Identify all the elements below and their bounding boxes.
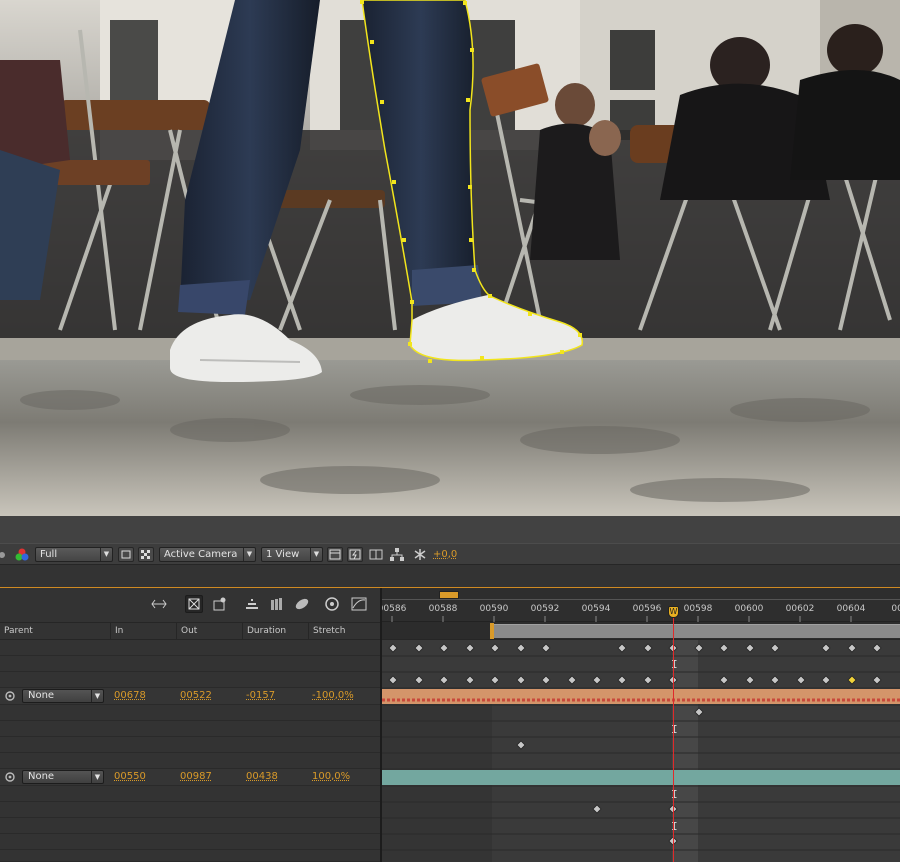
camera-dropdown[interactable]: Active Camera ▼ [159,547,256,562]
fast-preview-icon[interactable] [347,547,363,562]
timeline-toggle-icon[interactable] [368,547,384,562]
timeline-column-header: Parent In Out Duration Stretch [0,622,381,640]
region-of-interest-icon[interactable] [118,547,134,562]
ruler-label: 00602 [785,604,815,614]
parent-pick-whip-icon[interactable] [4,771,16,783]
color-channels-icon[interactable] [14,547,30,562]
layer-row-1[interactable]: None ▼ 00678 00522 -0157 -100,0% [0,688,381,705]
property-row [0,672,381,688]
frame-blending-icon[interactable] [243,595,261,613]
playhead-handle[interactable]: W [668,606,679,618]
work-area-range[interactable] [492,624,900,638]
timeline-graph-area[interactable]: 00586 00588 00590 00592 00594 00596 0059… [382,588,900,862]
viewer-toolbar: Full ▼ Active Camera ▼ 1 View ▼ +0,0 [0,543,900,565]
exposure-value[interactable]: +0,0 [433,547,457,562]
ruler-label: 00592 [530,604,560,614]
work-area-bar[interactable] [382,622,900,640]
column-parent[interactable]: Parent [0,623,110,640]
parent-value: None [28,690,55,701]
ruler-label: 00590 [479,604,509,614]
draft-3d-icon[interactable] [185,595,203,613]
parent-pick-whip-icon[interactable] [4,690,16,702]
ruler-label: 00598 [683,604,713,614]
timeline-tab-strip [0,565,900,588]
footage-frame [0,0,900,516]
time-navigator-track [382,599,900,600]
playhead-line[interactable] [673,606,674,862]
property-row [0,721,381,737]
layer-out-point[interactable]: 00522 [180,688,212,704]
view-layout-dropdown[interactable]: 1 View ▼ [261,547,323,562]
column-duration[interactable]: Duration [242,623,308,640]
time-navigator-handle[interactable] [439,591,459,599]
parent-dropdown[interactable]: None ▼ [22,770,104,784]
parent-value: None [28,771,55,782]
transparency-grid-icon[interactable] [138,547,154,562]
layer-in-point[interactable]: 00550 [114,769,146,785]
column-stretch[interactable]: Stretch [308,623,381,640]
pixel-aspect-icon[interactable] [327,547,343,562]
hold-keyframe-icon: I [671,723,678,736]
layer-stretch[interactable]: -100,0% [312,688,354,704]
composition-mini-flowchart-icon[interactable] [150,595,168,613]
layer-out-point[interactable]: 00987 [180,769,212,785]
layer-duration[interactable]: -0157 [246,688,275,704]
layer-duration-bar-1 [382,689,900,704]
property-row [0,640,381,656]
motion-blur-icon[interactable] [268,595,286,613]
time-ruler[interactable]: 00586 00588 00590 00592 00594 00596 0059… [382,588,900,622]
ruler-label: 006 [891,604,900,614]
camera-value: Active Camera [164,549,238,560]
layer-duration-bar-2 [382,770,900,785]
viewer-pasteboard [0,516,900,543]
property-row [0,818,381,834]
ruler-label: 00596 [632,604,662,614]
property-row [0,786,381,802]
property-row [0,834,381,850]
ruler-label: 00604 [836,604,866,614]
layer-stretch[interactable]: 100,0% [312,769,350,785]
brainstorm-icon[interactable] [293,595,311,613]
ruler-label: 00600 [734,604,764,614]
layer-duration[interactable]: 00438 [246,769,278,785]
graph-editor-icon[interactable] [350,595,368,613]
layer-row-2[interactable]: None ▼ 00550 00987 00438 100,0% [0,769,381,786]
parent-dropdown[interactable]: None ▼ [22,689,104,703]
column-in[interactable]: In [110,623,176,640]
grab-icon[interactable] [0,547,8,562]
property-row [0,705,381,721]
ruler-label: 00586 [382,604,407,614]
hide-shy-layers-icon[interactable] [210,595,228,613]
timeline-layer-panel: Parent In Out Duration Stretch None ▼ 00… [0,588,381,862]
chevron-down-icon: ▼ [91,771,103,783]
property-row [0,656,381,672]
chevron-down-icon: ▼ [100,548,112,561]
property-row [0,753,381,769]
ruler-label: 00594 [581,604,611,614]
chevron-down-icon: ▼ [243,548,255,561]
ruler-label: 00588 [428,604,458,614]
keyframe-graph[interactable]: I I I I [382,640,900,862]
work-area-start-handle[interactable] [490,623,494,639]
flowchart-icon[interactable] [389,547,405,562]
property-row [0,850,381,862]
hold-keyframe-icon: I [671,658,678,671]
chevron-down-icon: ▼ [310,548,322,561]
resolution-dropdown[interactable]: Full ▼ [35,547,113,562]
property-row [0,802,381,818]
hold-keyframe-icon: I [671,820,678,833]
graph-editor-toggle-icon[interactable] [323,595,341,613]
column-out[interactable]: Out [176,623,242,640]
hold-keyframe-icon: I [671,788,678,801]
property-row [0,737,381,753]
composition-viewer[interactable] [0,0,900,516]
playhead-marker-label: W [669,607,678,616]
reset-exposure-icon[interactable] [411,547,429,562]
chevron-down-icon: ▼ [91,690,103,702]
layer-in-point[interactable]: 00678 [114,688,146,704]
timeline-switches-row [0,588,381,622]
view-layout-value: 1 View [266,549,300,560]
resolution-value: Full [40,549,58,560]
